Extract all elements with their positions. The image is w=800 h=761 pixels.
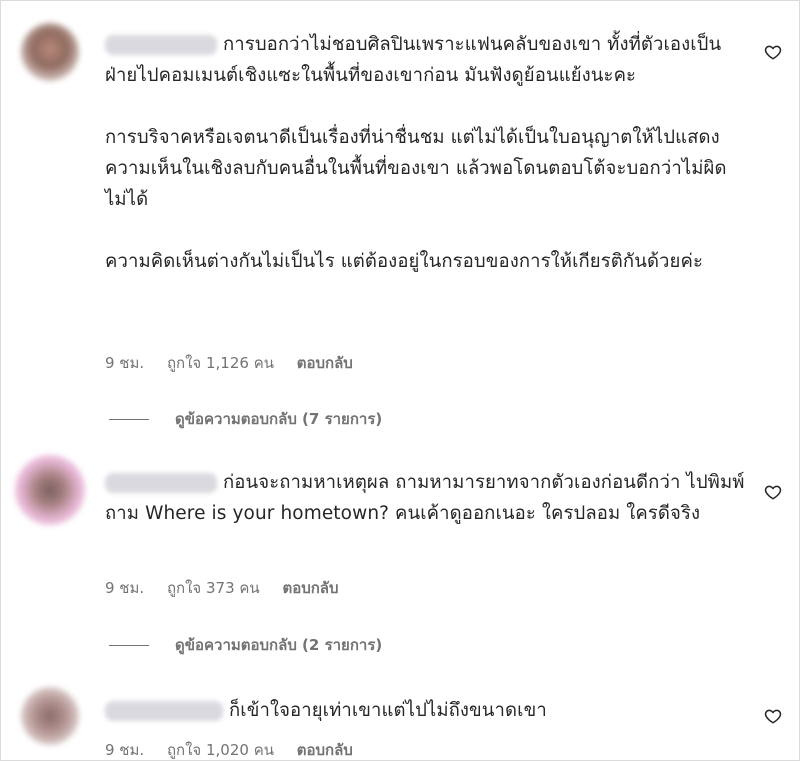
heart-outline-icon[interactable] xyxy=(764,483,782,501)
comment-time: 9 ชม. xyxy=(105,354,145,372)
username[interactable] xyxy=(105,701,223,721)
comment-meta: 9 ชม. ถูกใจ 1,126 คน ตอบกลับ xyxy=(105,351,371,375)
like-count[interactable]: ถูกใจ 373 คน xyxy=(167,579,260,597)
comment-meta: 9 ชม. ถูกใจ 1,020 คน ตอบกลับ xyxy=(105,738,371,760)
heart-outline-icon[interactable] xyxy=(764,707,782,725)
avatar[interactable] xyxy=(21,23,79,81)
view-replies-button[interactable]: ดูข้อความตอบกลับ (7 รายการ) xyxy=(109,407,382,431)
comment-text: ก็เข้าใจอายุเท่าเขาแต่ไปไม่ถึงขนาดเขา xyxy=(105,695,745,726)
like-count[interactable]: ถูกใจ 1,126 คน xyxy=(167,354,274,372)
comment-time: 9 ชม. xyxy=(105,579,145,597)
reply-button[interactable]: ตอบกลับ xyxy=(297,741,353,759)
reply-button[interactable]: ตอบกลับ xyxy=(297,354,353,372)
comments-panel: การบอกว่าไม่ชอบศิลปินเพราะแฟนคลับของเขา … xyxy=(0,0,800,761)
username[interactable] xyxy=(105,35,217,55)
view-replies-label: ดูข้อความตอบกลับ (7 รายการ) xyxy=(175,410,383,428)
comment-text: ก่อนจะถามหาเหตุผล ถามหามารยาทจากตัวเองก่… xyxy=(105,472,745,524)
comment-time: 9 ชม. xyxy=(105,741,145,759)
divider-line xyxy=(109,644,149,646)
avatar[interactable] xyxy=(21,687,79,745)
like-count[interactable]: ถูกใจ 1,020 คน xyxy=(167,741,274,759)
username[interactable] xyxy=(105,473,217,493)
avatar[interactable] xyxy=(15,455,85,525)
view-replies-button[interactable]: ดูข้อความตอบกลับ (2 รายการ) xyxy=(109,633,382,657)
divider-line xyxy=(109,418,149,420)
comment-meta: 9 ชม. ถูกใจ 373 คน ตอบกลับ xyxy=(105,576,357,600)
view-replies-label: ดูข้อความตอบกลับ (2 รายการ) xyxy=(175,636,383,654)
heart-outline-icon[interactable] xyxy=(764,43,782,61)
comment-text: การบอกว่าไม่ชอบศิลปินเพราะแฟนคลับของเขา … xyxy=(105,34,727,272)
reply-button[interactable]: ตอบกลับ xyxy=(282,579,338,597)
